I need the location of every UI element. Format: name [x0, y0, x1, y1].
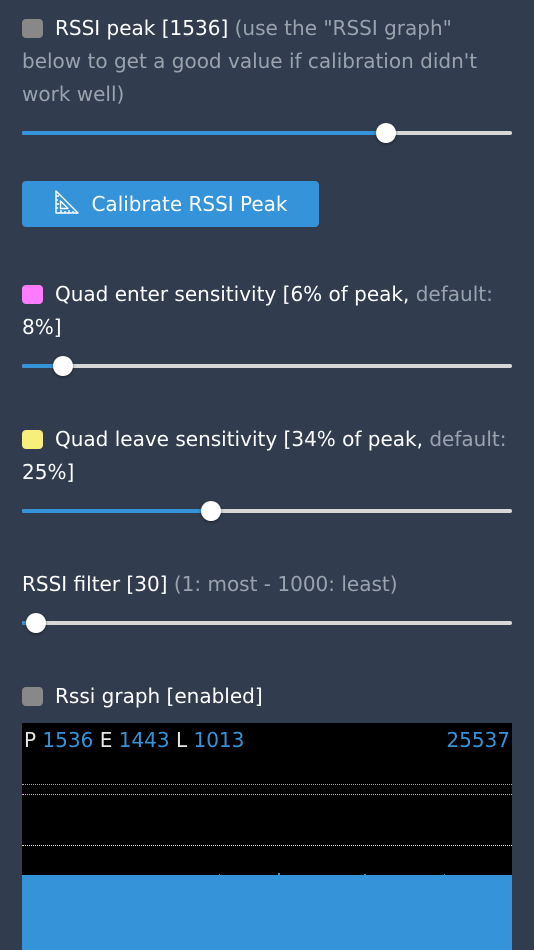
quad-leave-hint: default:	[429, 427, 507, 451]
calibrate-rssi-peak-button[interactable]: Calibrate RSSI Peak	[22, 181, 319, 227]
quad-enter-slider[interactable]	[22, 356, 512, 376]
rssi-peak-slider[interactable]	[22, 123, 512, 143]
leave-prefix: L	[175, 728, 188, 752]
signal-tick	[219, 874, 220, 877]
rssi-graph-title: Rssi graph [enabled]	[55, 684, 263, 708]
slider-fill	[22, 509, 211, 513]
sample-counter: 25537	[446, 728, 510, 752]
peak-prefix: P	[24, 728, 37, 752]
signal-tick	[278, 873, 280, 877]
quad-leave-slider[interactable]	[22, 501, 512, 521]
rssi-filter-slider[interactable]	[22, 613, 512, 633]
rssi-graph-checkbox[interactable]	[22, 687, 43, 706]
slider-thumb[interactable]	[26, 613, 47, 633]
slider-track	[22, 621, 512, 625]
rssi-graph-label: Rssi graph [enabled]	[22, 680, 512, 713]
leave-value: 1013	[193, 728, 245, 752]
calibrate-button-label: Calibrate RSSI Peak	[91, 192, 288, 216]
quad-leave-default: 25%]	[22, 460, 75, 484]
quad-leave-label: Quad leave sensitivity [34% of peak, def…	[22, 423, 512, 489]
slider-fill	[22, 131, 386, 135]
rssi-graph-readout: P 1536 E 1443 L 1013	[24, 727, 244, 753]
slider-track	[22, 364, 512, 368]
quad-leave-title: Quad leave sensitivity [34% of peak,	[55, 427, 423, 451]
rssi-filter-title: RSSI filter [30]	[22, 572, 168, 596]
quad-leave-color-swatch	[22, 430, 43, 449]
peak-line	[22, 784, 512, 785]
slider-thumb[interactable]	[200, 501, 221, 521]
rssi-filter-hint: (1: most - 1000: least)	[173, 572, 398, 596]
leave-line	[22, 845, 512, 846]
enter-prefix: E	[99, 728, 113, 752]
quad-enter-title: Quad enter sensitivity [6% of peak,	[55, 282, 410, 306]
signal-tick	[364, 874, 366, 877]
rssi-peak-title: RSSI peak [1536]	[55, 16, 229, 40]
rssi-graph-canvas: P 1536 E 1443 L 1013 25537	[22, 723, 512, 950]
set-square-ruler-icon	[53, 188, 81, 221]
rssi-peak-checkbox[interactable]	[22, 19, 43, 38]
quad-enter-hint: default:	[415, 282, 493, 306]
slider-thumb[interactable]	[52, 356, 73, 376]
enter-line	[22, 794, 512, 795]
enter-value: 1443	[118, 728, 170, 752]
rssi-peak-label: RSSI peak [1536] (use the "RSSI graph" b…	[22, 12, 512, 111]
signal-area	[22, 875, 512, 950]
signal-tick	[444, 874, 445, 877]
quad-enter-color-swatch	[22, 285, 43, 304]
quad-enter-default: 8%]	[22, 315, 62, 339]
peak-value: 1536	[42, 728, 94, 752]
rssi-filter-label: RSSI filter [30] (1: most - 1000: least)	[22, 568, 512, 601]
quad-enter-label: Quad enter sensitivity [6% of peak, defa…	[22, 278, 512, 344]
slider-thumb[interactable]	[375, 123, 396, 143]
